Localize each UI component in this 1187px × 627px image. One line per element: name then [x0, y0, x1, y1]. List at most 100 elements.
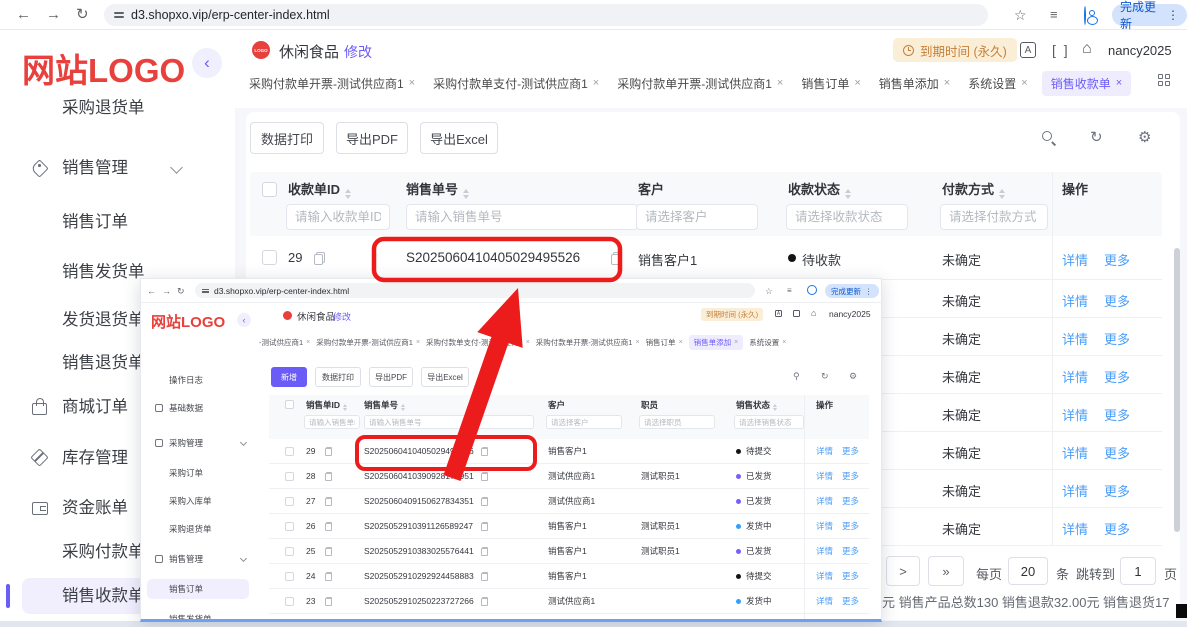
refresh-icon[interactable]: ↻	[821, 371, 829, 382]
sidebar-item-purchase-return[interactable]: 采购退货单	[169, 522, 212, 536]
chrome-update-button[interactable]: 完成更新 ⋮	[1112, 0, 1187, 31]
tab-close-icon[interactable]: ×	[409, 77, 415, 89]
filter-customer[interactable]	[636, 204, 758, 230]
tab-purchase-pay[interactable]: 采购付款单支付-测试供应商1 ×	[429, 71, 603, 96]
row-checkbox[interactable]	[285, 472, 294, 481]
gear-icon[interactable]: ⚙	[1138, 128, 1151, 146]
filter-customer[interactable]	[546, 415, 622, 429]
row-checkbox[interactable]	[285, 572, 294, 581]
more-link[interactable]: 更多	[842, 489, 859, 514]
sidebar-item-sales-return[interactable]: 销售退货单	[62, 348, 145, 378]
home-icon[interactable]: ⌂	[811, 308, 816, 318]
sidebar-item-sales-delivery[interactable]: 销售发货单	[169, 612, 212, 619]
filter-status[interactable]	[734, 415, 804, 429]
select-all-checkbox[interactable]	[262, 182, 277, 197]
copy-icon[interactable]	[325, 522, 332, 531]
more-link[interactable]: 更多	[1104, 443, 1130, 462]
sidebar-item-operation-log[interactable]: 操作日志	[169, 373, 203, 387]
export-excel-button[interactable]: 导出Excel	[421, 367, 469, 387]
detail-link[interactable]: 详情	[1062, 291, 1088, 310]
export-pdf-button[interactable]: 导出PDF	[336, 122, 408, 154]
table-row[interactable]: 27 S2025060409150627834351 测试供应商1 已发货 详情…	[269, 489, 869, 514]
tab-purchase-invoice-2[interactable]: 采购付款单开票-测试供应商1 ×	[613, 71, 787, 96]
tab-sales-add[interactable]: 销售单添加 ×	[875, 71, 954, 96]
detail-link[interactable]: 详情	[1062, 519, 1088, 538]
sidebar-item-sales-management[interactable]: 销售管理	[62, 153, 128, 183]
address-bar[interactable]: d3.shopxo.vip/erp-center-index.html	[104, 4, 988, 26]
export-pdf-button[interactable]: 导出PDF	[369, 367, 413, 387]
detail-link[interactable]: 详情	[816, 464, 833, 489]
table-row[interactable]: 28 S2025060410390928174951 测试供应商1 测试职员1 …	[269, 464, 869, 489]
copy-icon[interactable]	[481, 522, 488, 531]
filter-receipt-status[interactable]	[786, 204, 908, 230]
filter-sales-id[interactable]	[304, 415, 360, 429]
forward-icon[interactable]: →	[46, 0, 61, 30]
more-link[interactable]: 更多	[1104, 291, 1130, 310]
sort-icon[interactable]	[463, 189, 470, 199]
tab-purchase-invoice-1[interactable]: 采购付款单开票-测试供应商1 ×	[316, 337, 420, 348]
table-row[interactable]: 26 S2025052910391126589247 销售客户1 测试职员1 发…	[269, 514, 869, 539]
more-link[interactable]: 更多	[842, 589, 859, 614]
sidebar-item-mall-order[interactable]: 商城订单	[62, 392, 128, 422]
per-page-input[interactable]	[1008, 557, 1048, 585]
sidebar-item-purchase-return[interactable]: 采购退货单	[62, 93, 145, 123]
reading-list-icon[interactable]: ≡	[1050, 0, 1058, 30]
copy-icon[interactable]	[481, 572, 488, 581]
gear-icon[interactable]: ⚙	[849, 371, 857, 382]
tab-sales-receipt-active[interactable]: 销售收款单 ×	[1041, 70, 1132, 96]
sort-icon[interactable]	[999, 189, 1006, 199]
copy-icon[interactable]	[611, 252, 623, 265]
bookmark-star-icon[interactable]: ☆	[1014, 0, 1027, 30]
sidebar-item-sales-delivery[interactable]: 销售发货单	[62, 257, 145, 287]
filter-receipt-id[interactable]	[286, 204, 390, 230]
table-scrollbar[interactable]	[1174, 248, 1180, 532]
last-page-button[interactable]: »	[928, 556, 964, 586]
fullscreen-icon[interactable]: [ ]	[1052, 42, 1070, 58]
copy-icon[interactable]	[325, 597, 332, 606]
col-receipt-id[interactable]: 收款单ID	[288, 179, 352, 199]
col-receipt-status[interactable]: 收款状态	[788, 179, 852, 199]
more-link[interactable]: 更多	[842, 464, 859, 489]
reload-icon[interactable]: ↻	[177, 279, 185, 303]
tab-purchase-invoice-1[interactable]: 采购付款单开票-测试供应商1 ×	[245, 71, 419, 96]
next-page-button[interactable]: >	[886, 556, 920, 586]
table-row[interactable]: 23 S2025052910250223727266 测试供应商1 发货中 详情…	[269, 589, 869, 614]
tab-overview-icon[interactable]	[1158, 74, 1170, 86]
detail-link[interactable]: 详情	[816, 489, 833, 514]
tab-purchase-pay[interactable]: 采购付款单支付-测试供应商1 ×	[426, 337, 530, 348]
detail-link[interactable]: 详情	[1062, 329, 1088, 348]
tab-purchase-invoice-2[interactable]: 采购付款单开票-测试供应商1 ×	[536, 337, 640, 348]
row-checkbox[interactable]	[285, 597, 294, 606]
print-button[interactable]: 数据打印	[250, 122, 324, 154]
home-icon[interactable]: ⌂	[1082, 40, 1092, 58]
detail-link[interactable]: 详情	[1062, 481, 1088, 500]
tab-sales-add-active[interactable]: 销售单添加 ×	[688, 334, 744, 350]
table-row[interactable]: 29 S2025060410405029495526 销售客户1 待收款 未确定…	[250, 236, 1162, 280]
more-link[interactable]: 更多	[1104, 329, 1130, 348]
more-link[interactable]: 更多	[1104, 481, 1130, 500]
reload-icon[interactable]: ↻	[76, 0, 89, 30]
copy-icon[interactable]	[325, 572, 332, 581]
sidebar-item-sales-receipt[interactable]: 销售收款单	[62, 581, 145, 611]
sidebar-item-purchase-management[interactable]: 采购管理	[169, 436, 203, 450]
col-order-no[interactable]: 销售单号	[406, 179, 470, 199]
sidebar-item-inventory[interactable]: 库存管理	[62, 443, 128, 473]
sidebar-item-sales-order[interactable]: 销售订单	[169, 582, 203, 596]
copy-icon[interactable]	[325, 497, 332, 506]
row-checkbox[interactable]	[285, 547, 294, 556]
filter-staff[interactable]	[639, 415, 715, 429]
reading-list-icon[interactable]: ≡	[787, 279, 792, 303]
profile-avatar-icon[interactable]	[807, 285, 817, 295]
search-icon[interactable]	[1042, 131, 1056, 145]
copy-icon[interactable]	[314, 252, 325, 265]
tab-system-settings[interactable]: 系统设置 ×	[964, 71, 1031, 96]
row-checkbox[interactable]	[262, 250, 277, 265]
site-settings-icon[interactable]	[114, 10, 124, 20]
copy-icon[interactable]	[481, 447, 488, 456]
detail-link[interactable]: 详情	[816, 564, 833, 589]
col-sales-id[interactable]: 销售单ID	[306, 399, 348, 411]
copy-icon[interactable]	[325, 472, 332, 481]
sort-icon[interactable]	[845, 189, 852, 199]
detail-link[interactable]: 详情	[1062, 367, 1088, 386]
more-link[interactable]: 更多	[1104, 519, 1130, 538]
